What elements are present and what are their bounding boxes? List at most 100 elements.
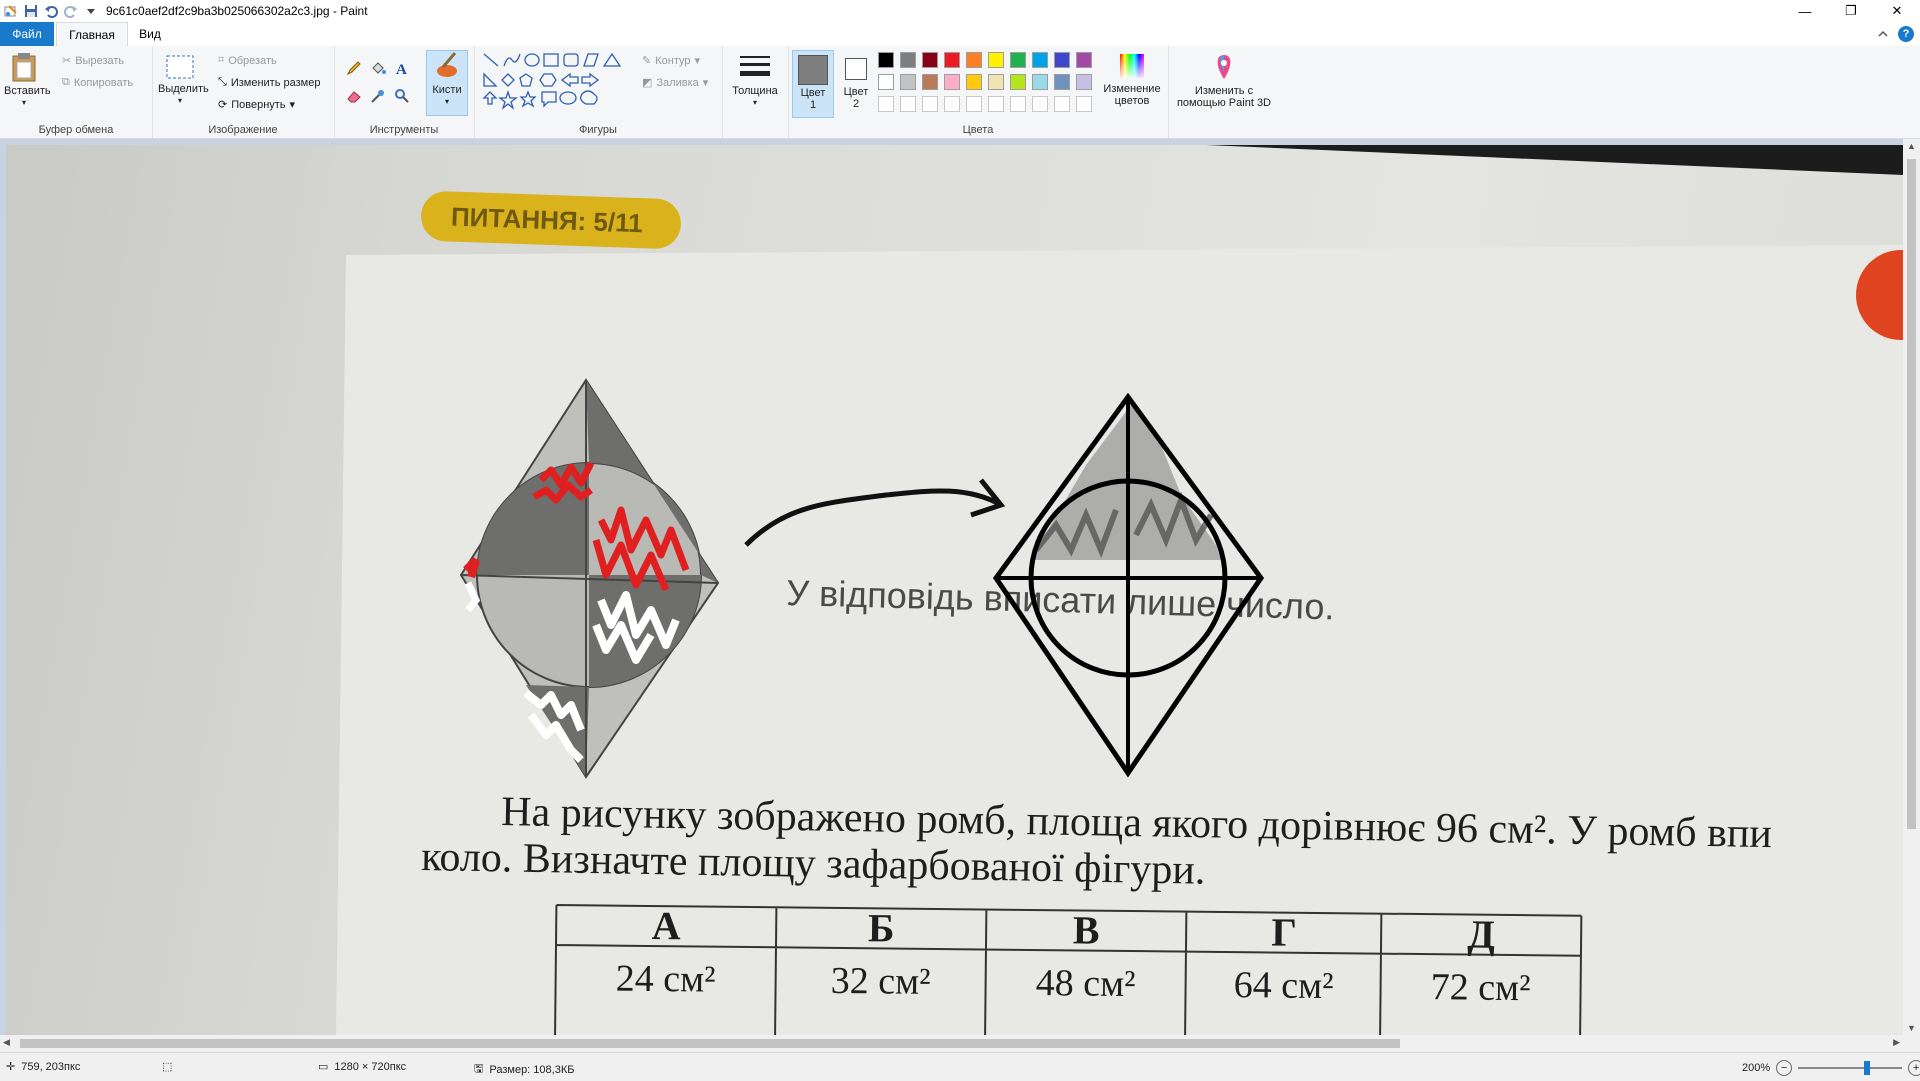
select-button[interactable]: Выделить ▾ <box>158 54 209 107</box>
custom-color-slot[interactable] <box>966 96 982 112</box>
palette-swatch[interactable] <box>900 74 916 90</box>
redo-icon[interactable] <box>64 4 78 18</box>
edit-colors-button[interactable]: Изменение цветов <box>1098 52 1166 107</box>
eraser-icon[interactable] <box>346 88 362 104</box>
color2-button[interactable]: Цвет 2 <box>836 50 876 116</box>
scroll-up-icon[interactable]: ▲ <box>1907 141 1916 151</box>
clipboard-group-label: Буфер обмена <box>38 124 114 136</box>
resize-label: Изменить размер <box>230 76 321 89</box>
image-group-label: Изображение <box>208 124 278 136</box>
canvas-drawing: ПИТАННЯ: 5/11 У відповідь вписати лише ч… <box>336 145 1903 1035</box>
custom-color-slot[interactable] <box>1032 96 1048 112</box>
outline-dropdown-icon: ▾ <box>694 55 701 67</box>
copy-button[interactable]: ⧉ Копировать <box>62 76 133 89</box>
zoom-slider-thumb[interactable] <box>1864 1061 1871 1075</box>
status-bar: ✛ 759, 203пкс ⬚ ▭ 1280 × 720пкс 🖫 Размер… <box>0 1052 1920 1081</box>
cursor-position-text: 759, 203пкс <box>21 1060 81 1073</box>
horizontal-scrollbar[interactable]: ◀ ▶ <box>0 1035 1920 1052</box>
resize-button[interactable]: ⤡ Изменить размер <box>218 76 320 89</box>
vertical-scroll-thumb[interactable] <box>1907 159 1916 829</box>
table-value-d: 72 см² <box>1430 966 1530 1009</box>
tools-group-label: Инструменты <box>369 124 439 136</box>
palette-swatch[interactable] <box>944 74 960 90</box>
undo-icon[interactable] <box>44 4 58 18</box>
palette-swatch[interactable] <box>988 74 1004 90</box>
zoom-out-icon[interactable]: − <box>1776 1060 1793 1076</box>
shapes-gallery[interactable] <box>482 52 632 112</box>
tab-file[interactable]: Файл <box>0 22 54 46</box>
palette-swatch[interactable] <box>1032 74 1048 90</box>
scroll-down-icon[interactable]: ▼ <box>1907 1023 1916 1033</box>
copy-icon: ⧉ <box>62 76 70 88</box>
tab-home[interactable]: Главная <box>56 22 128 48</box>
collapse-ribbon-icon[interactable] <box>1878 29 1888 39</box>
ribbon: Вставить ▾ ✂ Вырезать ⧉ Копировать Буфер о… <box>0 46 1920 139</box>
help-button[interactable]: ? <box>1898 26 1914 42</box>
palette-swatch[interactable] <box>878 74 894 90</box>
canvas-image[interactable]: ПИТАННЯ: 5/11 У відповідь вписати лише ч… <box>6 145 1903 1035</box>
palette-swatch[interactable] <box>1076 52 1092 68</box>
tab-view[interactable]: Вид <box>130 22 170 46</box>
paste-button[interactable]: Вставить ▾ <box>4 52 51 109</box>
tools-group: A Кисти ▾ Инструменты <box>334 46 475 138</box>
edit-colors-label-1: Изменение <box>1103 83 1161 95</box>
close-button[interactable]: ✕ <box>1874 0 1920 22</box>
brushes-button[interactable]: Кисти ▾ <box>426 50 468 116</box>
image-group: Выделить ▾ ⌗ Обрезать ⤡ Изменить размер ⟳ П… <box>152 46 335 138</box>
palette-swatch[interactable] <box>900 52 916 68</box>
color1-button[interactable]: Цвет 1 <box>792 50 834 118</box>
magnifier-icon[interactable] <box>394 88 410 104</box>
palette-swatch[interactable] <box>1076 74 1092 90</box>
outline-button[interactable]: ✎ Контур ▾ <box>642 54 701 68</box>
custom-color-slot[interactable] <box>1010 96 1026 112</box>
text-tool-icon[interactable]: A <box>394 60 410 76</box>
crop-button[interactable]: ⌗ Обрезать <box>218 54 277 67</box>
brushes-label: Кисти <box>432 84 462 96</box>
rotate-button[interactable]: ⟳ Повернуть ▾ <box>218 98 295 112</box>
custom-color-slot[interactable] <box>1054 96 1070 112</box>
fill-button[interactable]: ◩ Заливка ▾ <box>642 76 708 90</box>
palette-swatch[interactable] <box>988 52 1004 68</box>
cut-button[interactable]: ✂ Вырезать <box>62 54 124 68</box>
customize-qat-icon[interactable] <box>84 4 98 18</box>
scroll-right-icon[interactable]: ▶ <box>1893 1037 1900 1048</box>
scroll-left-icon[interactable]: ◀ <box>3 1037 10 1048</box>
palette-swatch[interactable] <box>922 52 938 68</box>
palette-swatch[interactable] <box>1054 74 1070 90</box>
clipboard-group: Вставить ▾ ✂ Вырезать ⧉ Копировать Буфер о… <box>0 46 153 138</box>
copy-label: Копировать <box>73 76 134 89</box>
window-controls: — ❐ ✕ <box>1782 0 1920 22</box>
color-wheel-icon <box>1120 54 1144 78</box>
custom-color-slot[interactable] <box>878 96 894 112</box>
edit-with-paint3d-button[interactable]: Изменить с помощью Paint 3D <box>1172 52 1276 109</box>
color-picker-icon[interactable] <box>370 88 386 104</box>
palette-swatch[interactable] <box>1010 52 1026 68</box>
minimize-button[interactable]: — <box>1782 0 1828 22</box>
custom-color-slot[interactable] <box>922 96 938 112</box>
size-button[interactable]: Толщина ▾ <box>728 52 782 109</box>
fill-bucket-icon[interactable] <box>370 60 386 76</box>
palette-swatch[interactable] <box>922 74 938 90</box>
canvas-area[interactable]: ПИТАННЯ: 5/11 У відповідь вписати лише ч… <box>0 139 1903 1035</box>
pencil-icon[interactable] <box>346 60 362 76</box>
size-dropdown-icon: ▾ <box>752 98 757 107</box>
custom-color-slot[interactable] <box>988 96 1004 112</box>
palette-swatch[interactable] <box>878 52 894 68</box>
horizontal-scroll-thumb[interactable] <box>20 1039 1400 1048</box>
palette-swatch[interactable] <box>944 52 960 68</box>
image-dimensions-text: 1280 × 720пкс <box>334 1060 407 1073</box>
zoom-slider[interactable] <box>1798 1061 1903 1075</box>
custom-color-slot[interactable] <box>900 96 916 112</box>
color2-swatch <box>845 58 867 80</box>
custom-color-slot[interactable] <box>1076 96 1092 112</box>
zoom-in-icon[interactable]: + <box>1908 1060 1920 1076</box>
save-icon[interactable] <box>24 4 38 18</box>
palette-swatch[interactable] <box>966 52 982 68</box>
restore-button[interactable]: ❐ <box>1828 0 1874 22</box>
palette-swatch[interactable] <box>1032 52 1048 68</box>
palette-swatch[interactable] <box>966 74 982 90</box>
vertical-scrollbar[interactable]: ▲ ▼ <box>1903 139 1920 1035</box>
custom-color-slot[interactable] <box>944 96 960 112</box>
palette-swatch[interactable] <box>1054 52 1070 68</box>
palette-swatch[interactable] <box>1010 74 1026 90</box>
